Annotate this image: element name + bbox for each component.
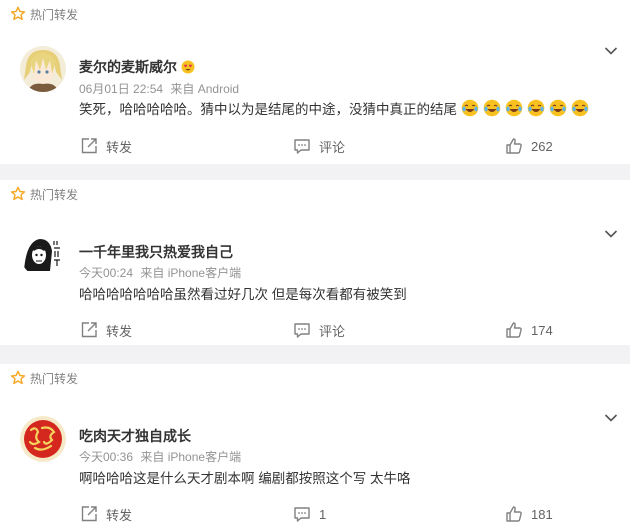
comment-icon (294, 507, 310, 522)
post-source: 来自 iPhone客户端 (140, 450, 242, 464)
laugh-cry-emoji-icon (505, 99, 523, 117)
thumbs-up-icon (506, 322, 522, 338)
like-button[interactable]: 262 (505, 136, 553, 156)
repost-icon (81, 322, 97, 338)
hot-repost-label: 热门转发 (30, 371, 79, 386)
repost-label[interactable]: 转发 (106, 505, 132, 524)
laugh-cry-emoji-icon (461, 99, 479, 117)
post-source: 来自 iPhone客户端 (140, 266, 242, 280)
post-actions: 转发 1 181 (0, 504, 630, 524)
post-text: 啊哈哈哈这是什么天才剧本啊 编剧都按照这个写 太牛咯 (79, 467, 411, 487)
hot-repost-label: 热门转发 (30, 7, 79, 22)
post-source: 来自 Android (170, 82, 240, 96)
hot-repost-card: 热门转发 一千年里我只热爱我自己 今天00:24 来自 iPhone客户端 哈哈… (0, 180, 630, 345)
comment-label[interactable]: 评论 (319, 321, 345, 340)
post-text: 笑死，哈哈哈哈哈。猜中以为是结尾的中途，没猜中真正的结尾 (79, 98, 589, 118)
repost-label[interactable]: 转发 (106, 321, 132, 340)
post-date[interactable]: 06月01日 22:54 (79, 82, 163, 96)
username-text[interactable]: 一千年里我只热爱我自己 (79, 242, 233, 262)
post-meta: 今天00:36 来自 iPhone客户端 (79, 448, 245, 465)
hot-repost-card: 热门转发 麦尔的麦斯威尔 06月01日 22:54 来自 Android 笑死，… (0, 0, 630, 164)
post-text-body: 啊哈哈哈这是什么天才剧本啊 编剧都按照这个写 太牛咯 (79, 471, 411, 486)
like-count[interactable]: 181 (531, 507, 553, 522)
chevron-down-icon[interactable] (604, 46, 618, 56)
comment-button[interactable]: 1 (293, 504, 326, 524)
post-text-body: 笑死，哈哈哈哈哈。猜中以为是结尾的中途，没猜中真正的结尾 (79, 102, 457, 117)
thumbs-up-icon (506, 506, 522, 522)
laugh-cry-emoji-icon (527, 99, 545, 117)
username[interactable]: 一千年里我只热爱我自己 (79, 242, 233, 262)
post-actions: 转发 评论 174 (0, 320, 630, 340)
like-button[interactable]: 181 (505, 504, 553, 524)
repost-icon (81, 138, 97, 154)
comment-label[interactable]: 评论 (319, 137, 345, 156)
post-meta: 今天00:24 来自 iPhone客户端 (79, 264, 245, 281)
repost-button[interactable]: 转发 (80, 504, 132, 524)
hot-repost-header: 热门转发 (10, 370, 78, 386)
username-text[interactable]: 麦尔的麦斯威尔 (79, 57, 177, 77)
post-meta: 06月01日 22:54 来自 Android (79, 80, 243, 97)
hot-repost-card: 热门转发 吃肉天才独自成长 今天00:36 来自 iPhone客户端 啊哈哈哈这… (0, 364, 630, 529)
comment-icon (294, 323, 310, 338)
laugh-cry-emoji-icon (571, 99, 589, 117)
username-text[interactable]: 吃肉天才独自成长 (79, 426, 191, 446)
repost-button[interactable]: 转发 (80, 136, 132, 156)
post-date[interactable]: 今天00:24 (79, 266, 133, 280)
hot-repost-header: 热门转发 (10, 186, 78, 202)
laugh-cry-emoji-icon (549, 99, 567, 117)
comment-count[interactable]: 1 (319, 507, 326, 522)
avatar[interactable] (20, 416, 66, 462)
chevron-down-icon[interactable] (604, 413, 618, 423)
username[interactable]: 吃肉天才独自成长 (79, 426, 191, 446)
heart-eyes-emoji-icon (181, 60, 195, 74)
hot-repost-label: 热门转发 (30, 187, 79, 202)
star-icon (10, 186, 26, 201)
avatar[interactable] (20, 46, 66, 92)
post-text: 哈哈哈哈哈哈哈虽然看过好几次 但是每次看都有被笑到 (79, 283, 407, 303)
comment-button[interactable]: 评论 (293, 136, 345, 156)
star-icon (10, 6, 26, 21)
comment-button[interactable]: 评论 (293, 320, 345, 340)
comment-icon (294, 139, 310, 154)
post-text-body: 哈哈哈哈哈哈哈虽然看过好几次 但是每次看都有被笑到 (79, 287, 407, 302)
like-count[interactable]: 262 (531, 139, 553, 154)
avatar[interactable] (20, 231, 66, 277)
repost-button[interactable]: 转发 (80, 320, 132, 340)
laugh-cry-emoji-icon (483, 99, 501, 117)
like-count[interactable]: 174 (531, 323, 553, 338)
hot-repost-header: 热门转发 (10, 6, 78, 22)
like-button[interactable]: 174 (505, 320, 553, 340)
thumbs-up-icon (506, 138, 522, 154)
repost-label[interactable]: 转发 (106, 137, 132, 156)
chevron-down-icon[interactable] (604, 229, 618, 239)
star-icon (10, 370, 26, 385)
repost-icon (81, 506, 97, 522)
username[interactable]: 麦尔的麦斯威尔 (79, 57, 195, 77)
post-date[interactable]: 今天00:36 (79, 450, 133, 464)
post-actions: 转发 评论 262 (0, 136, 630, 156)
